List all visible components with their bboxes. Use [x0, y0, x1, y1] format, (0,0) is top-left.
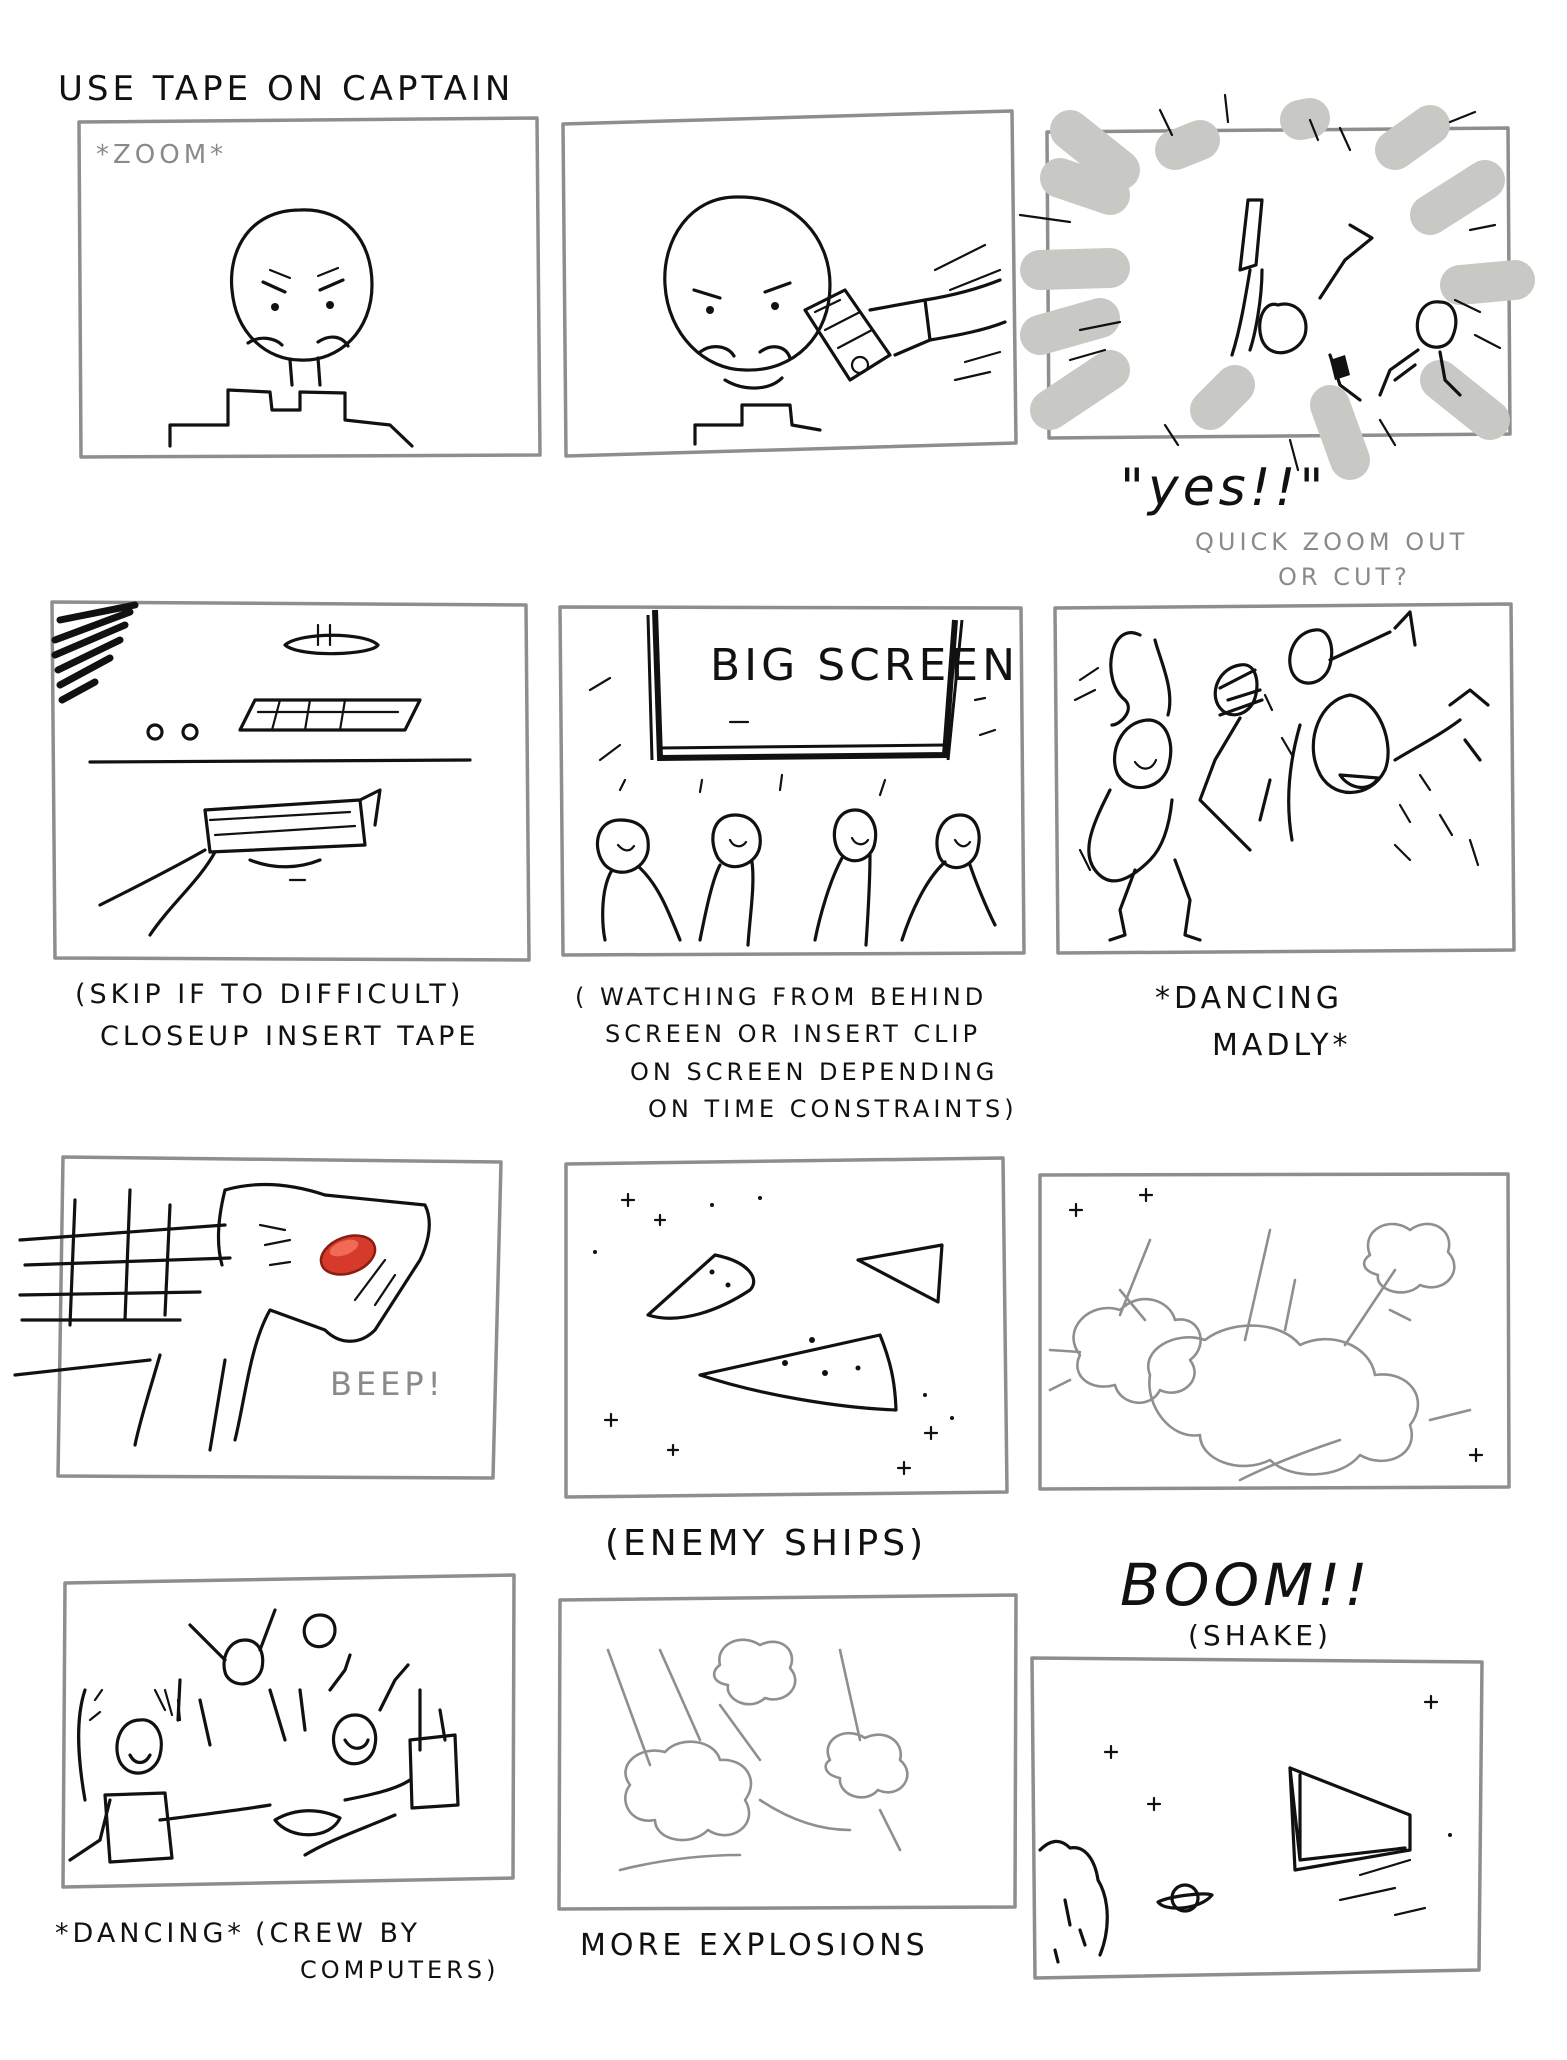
panel-6-dancing-madly	[1053, 602, 1516, 955]
panel-3-note-line2: OR CUT?	[1278, 563, 1411, 591]
panel-4-caption-line2: CLOSEUP INSERT TAPE	[100, 1021, 479, 1052]
panel-6-caption-line2: MADLY*	[1212, 1028, 1352, 1063]
hand-inserting-tape-icon	[98, 788, 382, 937]
panel-9-frame	[1038, 1172, 1511, 1491]
spaceship-icon	[1288, 1766, 1412, 1872]
tape-cassette-icon	[803, 243, 1007, 382]
panel-10-crew-dancing	[61, 1573, 516, 1889]
panel-12-space-scene	[1030, 1656, 1484, 1980]
crew-silhouettes	[595, 808, 997, 947]
panel-10-frame	[61, 1573, 516, 1889]
enemy-ship-icon	[698, 1333, 898, 1412]
panel-4-frame	[50, 600, 531, 962]
red-button-icon	[319, 1234, 377, 1276]
asteroid-rocks	[1038, 1839, 1109, 1964]
stars	[1103, 1694, 1452, 1837]
crew-member-figure	[1378, 300, 1462, 397]
panel-10-caption-right-line2: COMPUTERS)	[300, 1956, 500, 1984]
heading-use-tape-on-captain: USE TAPE ON CAPTAIN	[58, 69, 514, 109]
panel-4-caption-line1: (SKIP IF TO DIFFICULT)	[75, 979, 464, 1010]
panel-3-note-line1: QUICK ZOOM OUT	[1195, 528, 1468, 556]
big-screen-icon: BIG SCREEN	[646, 609, 1019, 762]
panel-1-zoom-note: *ZOOM*	[96, 140, 227, 170]
console-controls-icon	[88, 623, 472, 764]
cheering-captain-figure	[1230, 198, 1374, 402]
panel-7-button-press: BEEP!	[13, 1155, 503, 1480]
panel-10-caption-right-line1: (CREW BY	[255, 1918, 421, 1949]
panel-5-caption-line1: ( WATCHING FROM BEHIND	[575, 983, 987, 1011]
panel-9-caption: (SHAKE)	[1188, 1619, 1332, 1652]
big-screen-label: BIG SCREEN	[710, 640, 1019, 691]
enemy-ship-icon	[646, 1253, 756, 1320]
dancing-crew-scribbles	[1073, 610, 1490, 942]
panel-8-frame	[564, 1156, 1009, 1499]
stars	[593, 1192, 954, 1476]
beep-sound-effect: BEEP!	[330, 1365, 445, 1403]
explosion-scribbles	[606, 1638, 909, 1872]
panel-1-captain-closeup: *ZOOM*	[77, 116, 542, 459]
panel-3-celebration	[1018, 93, 1535, 480]
panel-8-caption: (ENEMY SHIPS)	[605, 1523, 927, 1564]
panel-8-enemy-ships	[564, 1156, 1009, 1499]
panel-5-caption-line2: SCREEN OR INSERT CLIP	[605, 1020, 981, 1048]
panel-2-tape-on-captain	[561, 109, 1018, 458]
planet-icon	[1156, 1883, 1214, 1913]
enemy-ship-icon	[856, 1243, 944, 1304]
captain-head-icon	[663, 195, 832, 446]
panel-5-caption-line3: ON SCREEN DEPENDING	[630, 1058, 998, 1086]
panel-11-frame	[557, 1593, 1018, 1911]
panel-10-caption-dancing: *DANCING*	[55, 1918, 245, 1949]
boom-shout: BOOM!!	[1120, 1551, 1372, 1619]
panel-4-insert-tape-closeup	[50, 600, 531, 962]
panel-9-explosion	[1038, 1172, 1511, 1491]
captain-head-icon	[168, 208, 414, 448]
panel-11-caption: MORE EXPLOSIONS	[580, 1928, 929, 1963]
storyboard-page: USE TAPE ON CAPTAIN *ZOOM* "yes!!" QUICK…	[13, 69, 1535, 1984]
explosion-scribbles	[1048, 1187, 1484, 1482]
hand-pressing-button-icon	[13, 1182, 431, 1452]
shout-yes: "yes!!"	[1120, 458, 1327, 518]
panel-12-frame	[1030, 1656, 1484, 1980]
panel-5-big-screen: BIG SCREEN	[558, 605, 1026, 957]
dancing-crew-scribbles	[68, 1608, 460, 1864]
burst-grey-strokes	[1020, 98, 1535, 480]
panel-5-caption-line4: ON TIME CONSTRAINTS)	[648, 1095, 1018, 1123]
panel-6-caption-line1: *DANCING	[1155, 981, 1343, 1016]
panel-11-more-explosions	[557, 1593, 1018, 1911]
